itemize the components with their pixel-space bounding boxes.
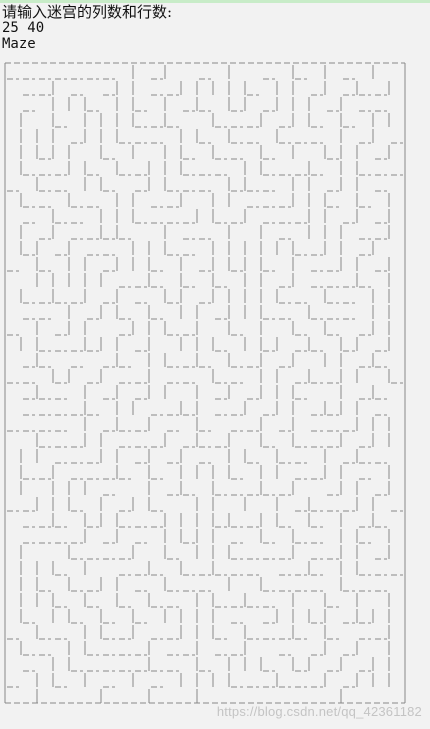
maze-heading: Maze: [2, 36, 36, 52]
console-output: 请输入迷宫的列数和行数: 25 40 Maze: [2, 4, 428, 52]
maze-grid: [4, 62, 406, 704]
input-echo: 25 40: [2, 20, 45, 36]
watermark: https://blog.csdn.net/qq_42361182: [216, 704, 422, 719]
prompt-text: 请输入迷宫的列数和行数:: [2, 3, 173, 21]
